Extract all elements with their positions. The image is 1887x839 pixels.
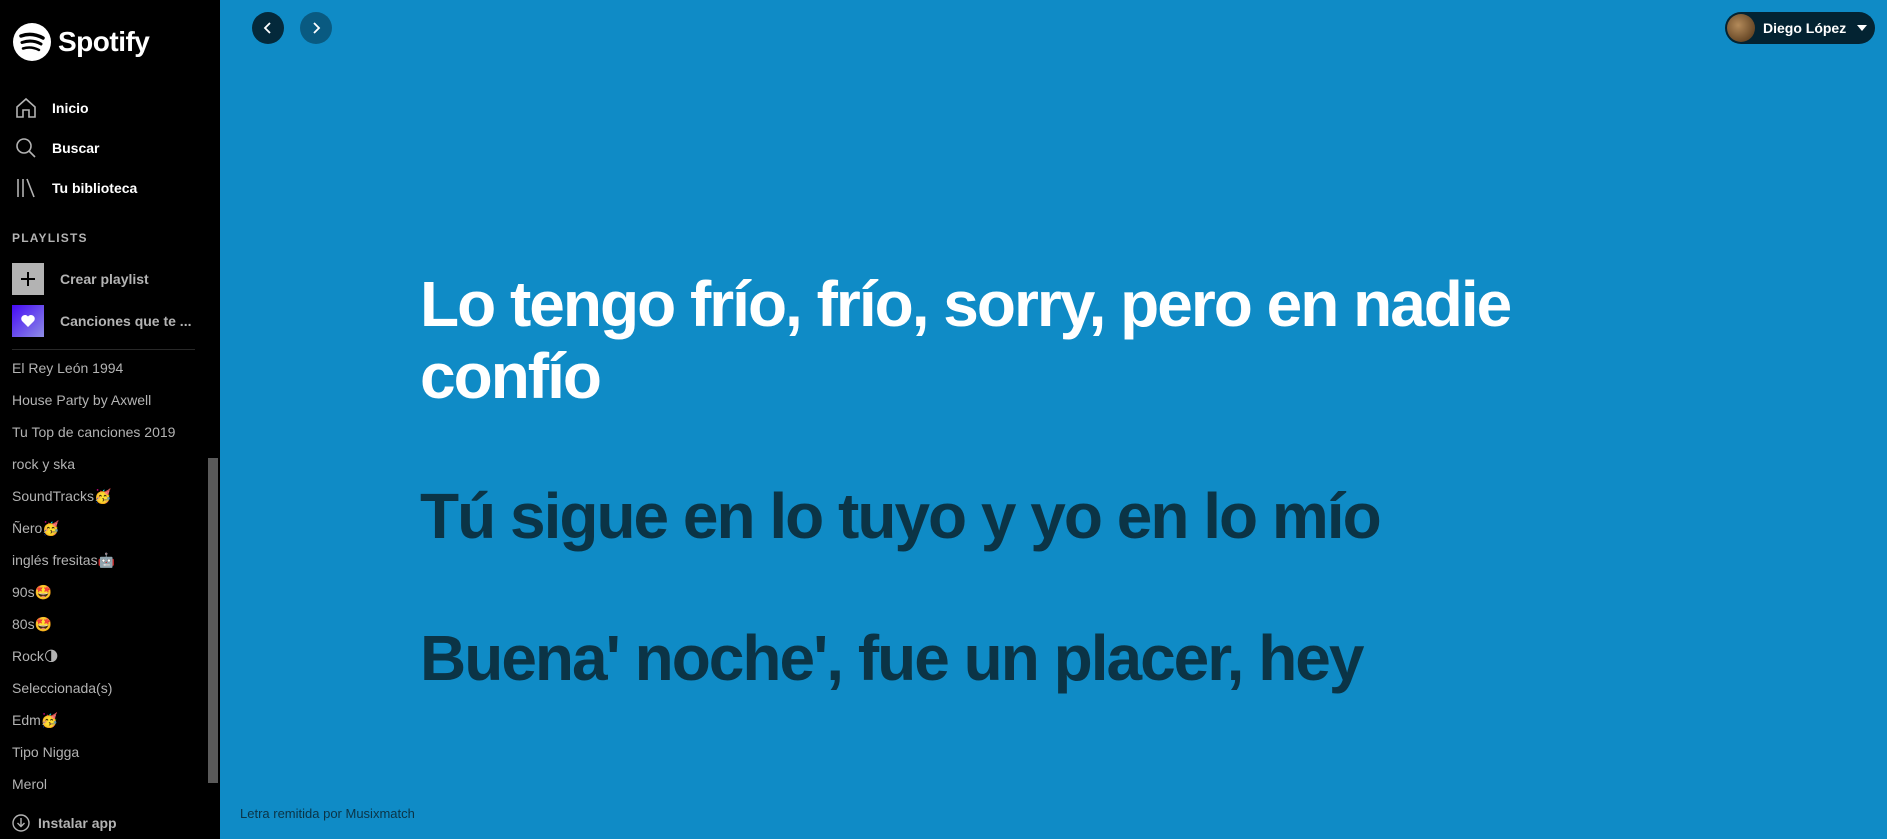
playlist-item[interactable]: Tipo Nigga <box>0 736 205 768</box>
main-nav: Inicio Buscar Tu biblioteca <box>0 88 220 208</box>
playlist-item[interactable]: 90s🤩 <box>0 576 205 608</box>
chevron-left-icon <box>263 22 271 34</box>
playlist-item[interactable]: Rock🌗 <box>0 640 205 672</box>
chevron-right-icon <box>313 22 321 34</box>
playlist-item[interactable]: Ñero🥳 <box>0 512 205 544</box>
home-icon <box>12 94 40 122</box>
playlist-item[interactable]: SoundTracks🥳 <box>0 480 205 512</box>
lyrics-credit: Letra remitida por Musixmatch <box>240 806 415 821</box>
app-name: Spotify <box>58 26 150 57</box>
nav-label-library: Tu biblioteca <box>52 180 138 196</box>
lyrics-view: Diego López Lo tengo frío, frío, sorry, … <box>220 0 1887 839</box>
spotify-logo-icon <box>13 23 51 61</box>
lyric-line[interactable]: Tú sigue en lo tuyo y yo en lo mío <box>420 480 1620 552</box>
playlist-item[interactable]: El Rey León 1994 <box>0 352 205 384</box>
playlist-item[interactable]: inglés fresitas🤖 <box>0 544 205 576</box>
lyric-line-current[interactable]: Lo tengo frío, frío, sorry, pero en nadi… <box>420 268 1620 412</box>
nav-label-search: Buscar <box>52 140 100 156</box>
nav-label-home: Inicio <box>52 100 89 116</box>
install-app-button[interactable]: Instalar app <box>12 814 117 832</box>
nav-item-library[interactable]: Tu biblioteca <box>0 168 220 208</box>
avatar <box>1727 14 1755 42</box>
download-icon <box>12 814 30 832</box>
forward-button[interactable] <box>300 12 332 44</box>
plus-icon <box>12 263 44 295</box>
playlist-item[interactable]: Tu Top de canciones 2019 <box>0 416 205 448</box>
sidebar-scrollbar[interactable] <box>208 458 218 783</box>
back-button[interactable] <box>252 12 284 44</box>
nav-item-search[interactable]: Buscar <box>0 128 220 168</box>
sidebar-divider <box>12 349 195 350</box>
playlist-item[interactable]: Seleccionada(s) <box>0 672 205 704</box>
playlist-list: El Rey León 1994 House Party by Axwell T… <box>0 352 205 800</box>
liked-songs-label: Canciones que te ... <box>60 313 192 329</box>
playlist-item[interactable]: Edm🥳 <box>0 704 205 736</box>
create-playlist-button[interactable]: Crear playlist <box>12 263 200 295</box>
lyric-line[interactable]: Buena' noche', fue un placer, hey <box>420 622 1620 694</box>
lyrics-container: Lo tengo frío, frío, sorry, pero en nadi… <box>420 268 1620 694</box>
sidebar: Spotify Inicio Buscar Tu biblioteca PLAY… <box>0 0 220 839</box>
caret-down-icon <box>1857 25 1868 31</box>
spotify-logo[interactable]: Spotify <box>12 22 150 62</box>
playlist-item[interactable]: House Party by Axwell <box>0 384 205 416</box>
library-icon <box>12 174 40 202</box>
nav-item-home[interactable]: Inicio <box>0 88 220 128</box>
playlist-item[interactable]: rock y ska <box>0 448 205 480</box>
playlists-section-title: PLAYLISTS <box>12 231 88 245</box>
playlist-item[interactable]: 80s🤩 <box>0 608 205 640</box>
liked-songs-link[interactable]: Canciones que te ... <box>12 305 200 337</box>
search-icon <box>12 134 40 162</box>
heart-icon <box>12 305 44 337</box>
create-playlist-label: Crear playlist <box>60 271 149 287</box>
user-menu-button[interactable]: Diego López <box>1725 12 1875 44</box>
playlist-item[interactable]: Merol <box>0 768 205 800</box>
install-app-label: Instalar app <box>38 815 117 831</box>
user-name: Diego López <box>1763 20 1847 36</box>
